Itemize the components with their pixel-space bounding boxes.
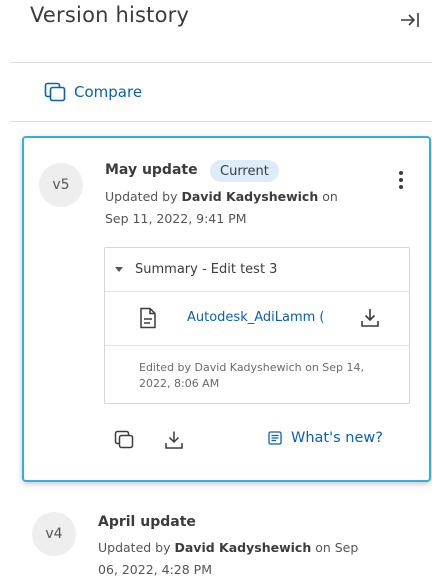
updated-prefix: Updated by [105, 189, 178, 204]
whats-new-label: What's new? [291, 430, 383, 446]
summary-label: Summary - Edit test 3 [135, 262, 278, 277]
version-updated-line: Updated by David Kadyshewich on [105, 186, 385, 208]
chevron-down-icon [115, 267, 123, 272]
updated-suffix: on [322, 189, 338, 204]
compare-version-icon[interactable] [114, 430, 134, 450]
kebab-dot [399, 185, 403, 189]
collapse-right-icon [401, 13, 419, 27]
version-date: 06, 2022, 4:28 PM [98, 562, 212, 577]
version-badge: v5 [39, 163, 83, 207]
collapse-panel-button[interactable] [398, 8, 422, 32]
compare-divider [10, 121, 432, 122]
updated-prefix: Updated by [98, 540, 171, 555]
download-version-icon[interactable] [164, 430, 184, 450]
version-name: May update [105, 162, 198, 178]
document-icon [140, 307, 156, 329]
panel-title: Version history [30, 3, 190, 27]
compare-label: Compare [74, 83, 143, 101]
author-name: David Kadyshewich [181, 189, 319, 204]
summary-panel: Summary - Edit test 3 Autodesk_AdiLamm (… [104, 247, 410, 404]
version-card-v5[interactable]: v5 May update Current Updated by David K… [22, 136, 431, 482]
release-notes-icon [268, 431, 282, 445]
file-link[interactable]: Autodesk_AdiLamm ( [187, 310, 325, 325]
file-row: Autodesk_AdiLamm ( [105, 292, 409, 346]
version-name: April update [98, 514, 196, 530]
author-name: David Kadyshewich [174, 540, 312, 555]
compare-button[interactable]: Compare [44, 82, 142, 102]
version-card-v4[interactable]: v4 April update Updated by David Kadyshe… [0, 500, 432, 583]
download-icon[interactable] [360, 307, 380, 329]
header-divider [10, 62, 432, 63]
summary-toggle[interactable]: Summary - Edit test 3 [105, 248, 409, 292]
whats-new-button[interactable]: What's new? [268, 430, 383, 446]
kebab-dot [399, 171, 403, 175]
version-date: Sep 11, 2022, 9:41 PM [105, 211, 247, 226]
version-badge: v4 [32, 512, 76, 556]
kebab-dot [399, 178, 403, 182]
version-updated-line: Updated by David Kadyshewich on Sep [98, 537, 418, 559]
more-options-button[interactable] [394, 168, 408, 192]
updated-suffix: on Sep [315, 540, 359, 555]
compare-icon [44, 82, 66, 102]
edited-note: Edited by David Kadyshewich on Sep 14, 2… [139, 361, 365, 390]
current-status-badge: Current [210, 160, 279, 182]
panel-header: Version history [0, 0, 432, 62]
